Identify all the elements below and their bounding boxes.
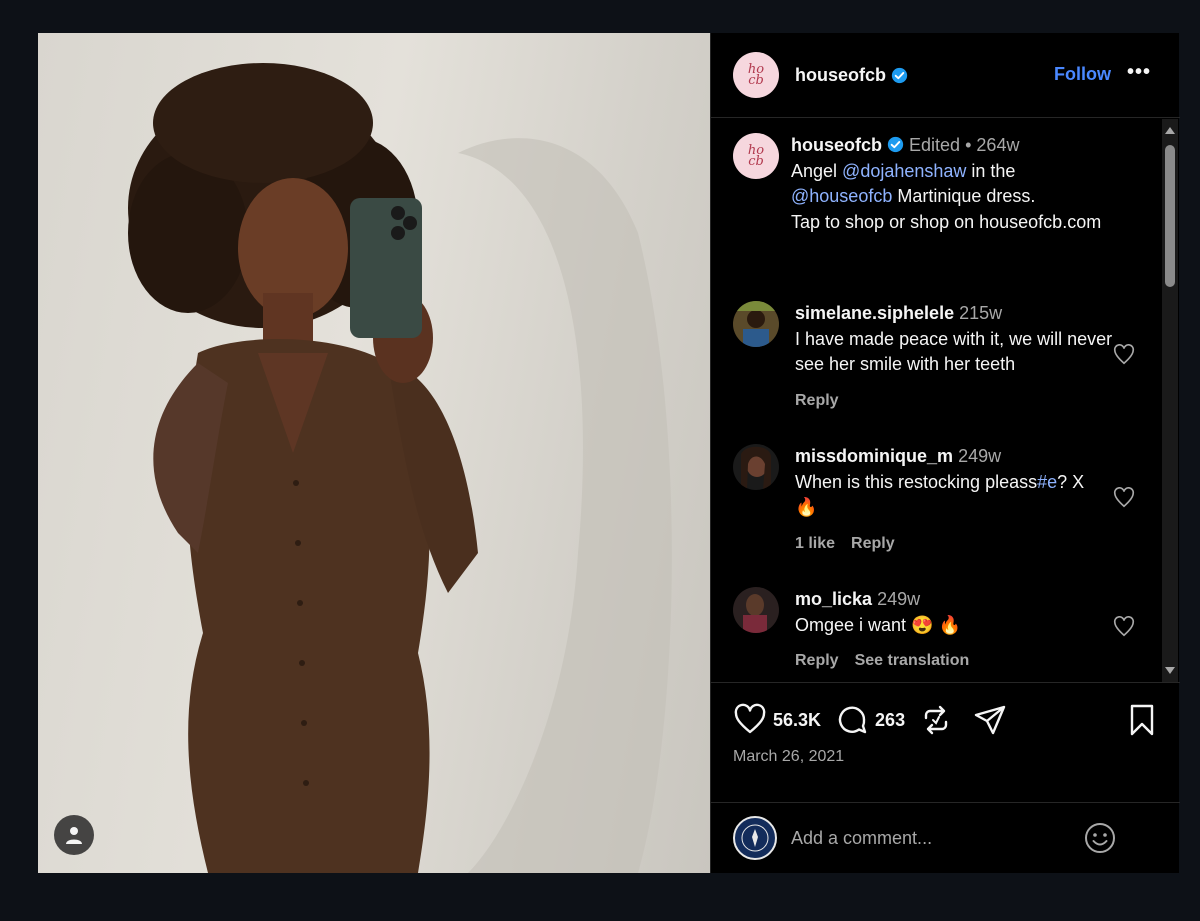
caption-dot: • bbox=[965, 135, 972, 155]
crest-icon bbox=[741, 824, 769, 852]
caption-mention-1[interactable]: @dojahenshaw bbox=[842, 161, 966, 181]
user-icon bbox=[66, 827, 82, 844]
comment-time[interactable]: 249w bbox=[877, 589, 920, 609]
more-options-button[interactable]: ••• bbox=[1127, 61, 1151, 84]
caption-avatar[interactable]: ho cb bbox=[733, 133, 779, 179]
commenter-avatar[interactable] bbox=[733, 587, 779, 633]
reply-button[interactable]: Reply bbox=[851, 535, 895, 552]
post-header: ho cb houseofcb Follow ••• bbox=[711, 33, 1180, 118]
tagged-users-button[interactable] bbox=[54, 815, 94, 855]
emoji-picker-icon[interactable] bbox=[1083, 821, 1117, 855]
caption-time: 264w bbox=[976, 135, 1020, 155]
likes-count[interactable]: 56.3K bbox=[773, 710, 821, 731]
repost-icon[interactable] bbox=[919, 703, 953, 737]
verified-badge-icon bbox=[891, 67, 908, 83]
like-comment-heart-icon[interactable] bbox=[1113, 616, 1135, 638]
post-dialog: ho cb houseofcb Follow ••• ho cb houseofcb… bbox=[38, 33, 1180, 873]
commenter-avatar[interactable] bbox=[733, 301, 779, 347]
caption-text-2: in the bbox=[966, 160, 1016, 181]
verified-badge-icon bbox=[887, 136, 904, 153]
add-comment-bar bbox=[711, 802, 1180, 873]
author-username[interactable]: houseofcb bbox=[795, 65, 886, 86]
caption-edited: Edited bbox=[909, 135, 961, 155]
comment-text-2: ? X bbox=[1057, 471, 1085, 492]
fire-emoji: 🔥 bbox=[795, 497, 818, 517]
comment-time[interactable]: 249w bbox=[958, 446, 1001, 466]
like-comment-heart-icon[interactable] bbox=[1113, 344, 1135, 366]
save-bookmark-icon[interactable] bbox=[1125, 703, 1159, 737]
comment-username[interactable]: simelane.siphelele bbox=[795, 303, 954, 323]
share-send-icon[interactable] bbox=[973, 703, 1007, 737]
logo-text: ho cb bbox=[747, 143, 765, 169]
caption-text-1: Angel bbox=[791, 160, 843, 181]
see-translation-button[interactable]: See translation bbox=[855, 652, 970, 669]
comments-count[interactable]: 263 bbox=[875, 710, 905, 731]
comment-likes[interactable]: 1 like bbox=[795, 535, 835, 552]
comment-item: mo_licka 249w Omgee i want 😍 🔥 Reply See … bbox=[733, 587, 1115, 674]
commenter-avatar[interactable] bbox=[733, 444, 779, 490]
caption-text: houseofcb Edited • 264w Angel @dojahensh… bbox=[791, 133, 1141, 235]
comment-text: Omgee i want 😍 🔥 bbox=[795, 614, 961, 635]
caption-username[interactable]: houseofcb bbox=[791, 135, 882, 155]
comment-item: simelane.siphelele 215w I have made peac… bbox=[733, 301, 1115, 413]
post-caption: ho cb houseofcb Edited • 264w Angel @doja… bbox=[733, 133, 1141, 235]
comment-item: missdominique_m 249w When is this restoc… bbox=[733, 444, 1115, 556]
reply-button[interactable]: Reply bbox=[795, 392, 839, 409]
author-avatar[interactable]: ho cb bbox=[733, 52, 779, 98]
comments-scrollbar[interactable] bbox=[1162, 119, 1178, 682]
post-date: March 26, 2021 bbox=[733, 748, 845, 765]
post-side-panel: ho cb houseofcb Follow ••• ho cb houseofcb… bbox=[710, 33, 1180, 873]
caption-text-4: Tap to shop or shop on houseofcb.com bbox=[791, 211, 1102, 232]
reply-button[interactable]: Reply bbox=[795, 652, 839, 669]
comment-time[interactable]: 215w bbox=[959, 303, 1002, 323]
add-comment-input[interactable] bbox=[791, 827, 1091, 849]
comment-hashtag[interactable]: #e bbox=[1037, 472, 1057, 492]
logo-text: ho cb bbox=[747, 62, 765, 88]
comments-section[interactable]: ho cb houseofcb Edited • 264w Angel @doja… bbox=[711, 119, 1180, 682]
comment-text: I have made peace with it, we will never… bbox=[795, 328, 1113, 375]
caption-text-3: Martinique dress. bbox=[892, 186, 1036, 206]
follow-button[interactable]: Follow bbox=[1054, 64, 1111, 85]
comment-text-1: When is this restocking pleass bbox=[795, 471, 1038, 492]
post-photo bbox=[38, 33, 710, 873]
like-comment-heart-icon[interactable] bbox=[1113, 487, 1135, 509]
comment-username[interactable]: missdominique_m bbox=[795, 446, 953, 466]
post-image bbox=[128, 63, 672, 873]
scroll-down-arrow-icon[interactable] bbox=[1165, 667, 1175, 674]
scroll-thumb[interactable] bbox=[1165, 145, 1175, 287]
caption-mention-2[interactable]: @houseofcb bbox=[791, 186, 892, 206]
current-user-avatar bbox=[733, 816, 777, 860]
scroll-up-arrow-icon[interactable] bbox=[1165, 127, 1175, 134]
comment-username[interactable]: mo_licka bbox=[795, 589, 872, 609]
comment-bubble-icon[interactable] bbox=[835, 703, 869, 737]
post-actions: 56.3K 263 March 26, 2021 bbox=[711, 682, 1180, 802]
like-heart-icon[interactable] bbox=[733, 703, 767, 737]
